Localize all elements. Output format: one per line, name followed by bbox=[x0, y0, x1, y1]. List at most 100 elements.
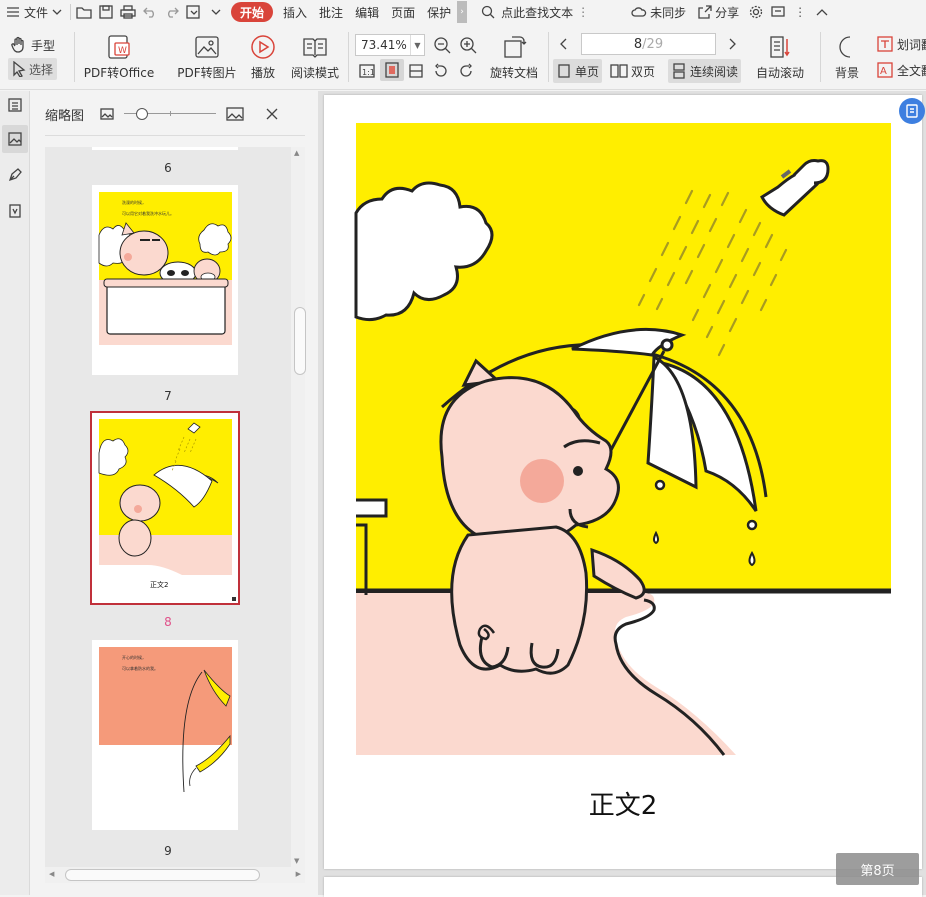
tab-edit[interactable]: 编辑 bbox=[349, 0, 385, 24]
full-translate-icon: A bbox=[877, 62, 893, 78]
sync-status[interactable]: 未同步 bbox=[625, 0, 692, 24]
save-icon[interactable] bbox=[95, 0, 117, 24]
annotation-panel-button[interactable] bbox=[2, 161, 28, 189]
zoom-value: 73.41% bbox=[361, 38, 407, 52]
continuous-read-button[interactable]: 连续阅读 bbox=[668, 59, 742, 83]
auto-scroll-button[interactable]: 自动滚动 bbox=[752, 33, 808, 81]
rotate-left-button[interactable] bbox=[432, 60, 450, 82]
small-image-icon[interactable] bbox=[100, 108, 114, 120]
tabs-overflow-button[interactable]: › bbox=[457, 1, 468, 23]
thumbnail-size-slider[interactable] bbox=[124, 108, 217, 120]
settings-icon[interactable] bbox=[745, 0, 767, 24]
tab-protect[interactable]: 保护 bbox=[421, 0, 457, 24]
share-icon bbox=[698, 5, 712, 19]
more-icon[interactable] bbox=[205, 0, 227, 24]
thumbnail-page-9[interactable]: 开心的时候， 可以拿着防水的我。 bbox=[92, 640, 238, 830]
tab-page[interactable]: 页面 bbox=[385, 0, 421, 24]
double-page-icon bbox=[610, 64, 628, 78]
pen-icon bbox=[8, 168, 22, 182]
search-box[interactable]: 点此查找文本 ⋮ bbox=[475, 0, 595, 24]
word-translate-label: 划词翻 bbox=[897, 37, 926, 52]
select-tool-button[interactable]: 选择 bbox=[8, 58, 58, 80]
feedback-icon[interactable] bbox=[767, 0, 789, 24]
actual-size-button[interactable]: 1:1 bbox=[358, 60, 376, 82]
floating-tool-button[interactable] bbox=[899, 98, 925, 124]
pdf-to-image-button[interactable]: PDF转图片 bbox=[176, 33, 238, 81]
tab-start[interactable]: 开始 bbox=[231, 2, 274, 22]
full-translate-button[interactable]: A 全文翻 bbox=[876, 59, 926, 81]
close-icon[interactable] bbox=[266, 108, 278, 120]
translate-icon bbox=[877, 36, 893, 52]
open-icon[interactable] bbox=[73, 0, 95, 24]
large-image-icon[interactable] bbox=[226, 107, 244, 121]
prev-page-button[interactable] bbox=[558, 33, 570, 55]
fit-width-button[interactable] bbox=[407, 60, 425, 82]
hand-tool-button[interactable]: 手型 bbox=[10, 34, 55, 56]
undo-icon[interactable] bbox=[139, 0, 161, 24]
sync-label: 未同步 bbox=[650, 5, 687, 20]
moon-icon bbox=[839, 36, 851, 58]
word-translate-button[interactable]: 划词翻 bbox=[876, 33, 926, 55]
zoom-select[interactable]: 73.41% ▼ bbox=[355, 34, 425, 56]
divider bbox=[820, 32, 821, 82]
file-menu[interactable]: 文件 bbox=[0, 0, 68, 24]
search-placeholder: 点此查找文本 bbox=[501, 5, 574, 20]
tab-annotate[interactable]: 批注 bbox=[313, 0, 349, 24]
outline-panel-button[interactable] bbox=[2, 91, 28, 119]
thumbnail-panel-button[interactable] bbox=[2, 125, 28, 153]
scroll-up-arrow[interactable]: ▲ bbox=[294, 149, 299, 157]
pdf-to-office-button[interactable]: W PDF转Office bbox=[84, 33, 154, 81]
scrollbar-thumb[interactable] bbox=[294, 307, 306, 375]
pdf-to-office-label: PDF转Office bbox=[83, 66, 155, 80]
hamburger-icon bbox=[7, 7, 19, 17]
collapse-ribbon-icon[interactable] bbox=[811, 0, 833, 24]
select-tool-label: 选择 bbox=[29, 62, 54, 77]
zoom-out-button[interactable] bbox=[433, 34, 451, 56]
thumbnail-page-number: 7 bbox=[164, 389, 172, 403]
rotate-document-button[interactable]: 旋转文档 bbox=[488, 33, 540, 81]
background-button[interactable]: 背景 bbox=[828, 33, 866, 81]
chevron-left-icon bbox=[560, 38, 567, 50]
play-button[interactable]: 播放 bbox=[247, 33, 279, 81]
more-vertical-icon[interactable]: ⋮ bbox=[577, 5, 589, 19]
redo-icon[interactable] bbox=[161, 0, 183, 24]
tab-insert[interactable]: 插入 bbox=[277, 0, 313, 24]
thumbnail-horizontal-scrollbar[interactable]: ◀ ▶ bbox=[45, 867, 305, 883]
thumbnail-list[interactable]: 6 洗澡的时候， 可以用它对着我洗冲水玩儿。 7 正文2 8 开心的时候， 可以… bbox=[45, 147, 291, 867]
scrollbar-thumb[interactable] bbox=[65, 869, 260, 881]
fit-width-icon bbox=[409, 64, 423, 78]
zoom-in-button[interactable] bbox=[459, 34, 477, 56]
scroll-left-arrow[interactable]: ◀ bbox=[49, 870, 54, 878]
pdf-to-image-label: PDF转图片 bbox=[177, 66, 237, 80]
print-icon[interactable] bbox=[117, 0, 139, 24]
read-mode-button[interactable]: 阅读模式 bbox=[289, 33, 341, 81]
ribbon-toolbar: 手型 选择 W PDF转Office PDF转图片 播放 阅读模式 73.41%… bbox=[0, 24, 926, 90]
thumbnail-vertical-scrollbar[interactable]: ▲ ▼ bbox=[291, 147, 306, 867]
more-icon[interactable]: ⋮ bbox=[789, 0, 811, 24]
read-mode-label: 阅读模式 bbox=[290, 66, 339, 80]
page-illustration bbox=[354, 123, 891, 756]
svg-text:1:1: 1:1 bbox=[362, 68, 375, 77]
document-view[interactable]: 正文2 bbox=[318, 91, 926, 897]
attachment-panel-button[interactable] bbox=[2, 197, 28, 225]
thumbnail-page-7[interactable]: 洗澡的时候， 可以用它对着我洗冲水玩儿。 bbox=[92, 185, 238, 375]
divider bbox=[74, 32, 75, 82]
export-icon[interactable] bbox=[183, 0, 205, 24]
slider-handle[interactable] bbox=[136, 108, 149, 120]
page-number-input[interactable]: 8 /29 bbox=[581, 33, 716, 55]
rotate-document-label: 旋转文档 bbox=[489, 66, 538, 80]
share-button[interactable]: 分享 bbox=[692, 0, 745, 24]
single-page-icon bbox=[558, 64, 570, 78]
single-page-button[interactable]: 单页 bbox=[553, 59, 603, 83]
scroll-down-arrow[interactable]: ▼ bbox=[294, 857, 299, 865]
double-page-button[interactable]: 双页 bbox=[607, 59, 658, 83]
next-page-button[interactable] bbox=[726, 33, 738, 55]
fit-page-button[interactable] bbox=[380, 59, 404, 81]
thumbnail-page-8[interactable]: 正文2 bbox=[90, 411, 240, 605]
thumbnail-title: 缩略图 bbox=[45, 108, 85, 124]
rotate-right-button[interactable] bbox=[457, 60, 475, 82]
file-menu-label: 文件 bbox=[24, 5, 49, 20]
thumbnail-panel: 缩略图 6 洗澡的时候， 可以用它对着我洗冲水玩儿。 7 正文2 8 开心的时候… bbox=[31, 91, 318, 895]
page-9-text-2: 可以拿着防水的我。 bbox=[122, 665, 158, 671]
scroll-right-arrow[interactable]: ▶ bbox=[296, 870, 301, 878]
